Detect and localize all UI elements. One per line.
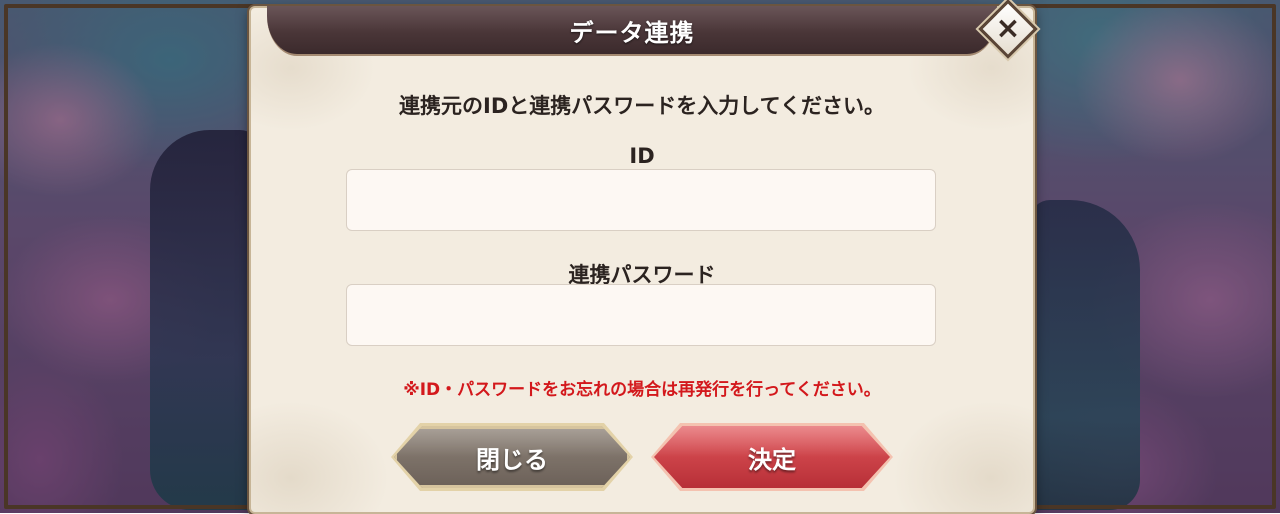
forgot-warning-text: ※ID・パスワードをお忘れの場合は再発行を行ってください。 [403, 380, 881, 400]
close-button[interactable]: 閉じる [391, 423, 633, 491]
dialog-title-bar: データ連携 [267, 6, 997, 56]
confirm-button-label: 決定 [748, 445, 796, 474]
confirm-button[interactable]: 決定 [651, 423, 893, 491]
id-label: ID [629, 144, 655, 168]
character-silhouette-right [1030, 200, 1140, 510]
dialog-close-button[interactable]: × [978, 0, 1038, 59]
id-input[interactable] [346, 169, 936, 231]
data-link-dialog: データ連携 連携元のIDと連携パスワードを入力してください。 ID 連携パスワー… [249, 6, 1035, 514]
character-silhouette-left [150, 130, 260, 510]
close-button-label: 閉じる [476, 445, 548, 474]
close-icon: × [995, 11, 1021, 46]
dialog-title: データ連携 [569, 18, 695, 47]
password-input[interactable] [346, 284, 936, 346]
instruction-text: 連携元のIDと連携パスワードを入力してください。 [399, 94, 885, 118]
